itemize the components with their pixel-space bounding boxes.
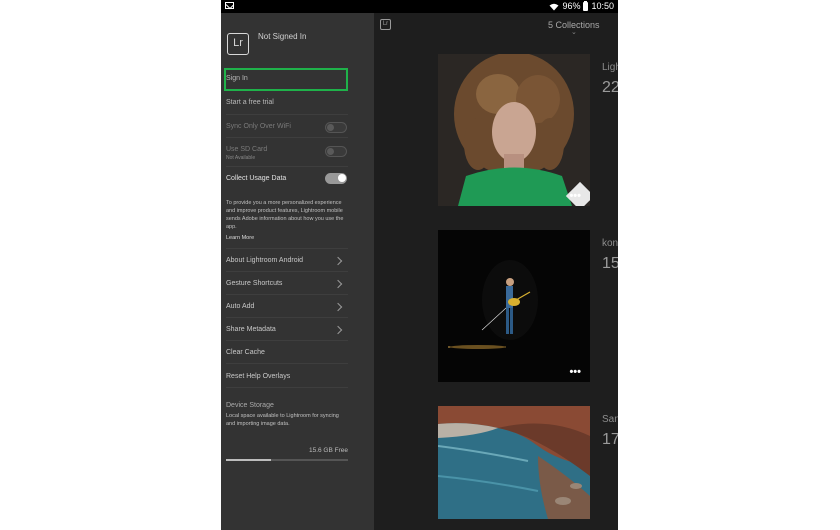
divider xyxy=(226,387,348,388)
divider xyxy=(226,363,348,364)
album-count: 17 xyxy=(602,431,618,448)
clock: 10:50 xyxy=(591,1,614,11)
divider xyxy=(226,317,348,318)
menu-item-reset-overlays[interactable]: Reset Help Overlays xyxy=(226,373,348,380)
divider xyxy=(226,166,348,167)
storage-bar-fill xyxy=(226,459,272,461)
album-name: Ligh xyxy=(602,62,618,73)
album-name: kon xyxy=(602,238,618,249)
album-thumbnail[interactable]: ••• xyxy=(438,230,590,382)
album-cover-guitarist xyxy=(438,230,590,382)
usage-data-toggle[interactable] xyxy=(325,173,347,184)
storage-description: Local space available to Lightroom for s… xyxy=(226,413,339,427)
album-more-icon[interactable]: ••• xyxy=(569,367,581,378)
mail-icon xyxy=(225,2,234,9)
wifi-icon xyxy=(549,3,559,10)
divider xyxy=(226,340,348,341)
lightroom-logo: Lr xyxy=(227,33,249,55)
menu-item-gestures[interactable]: Gesture Shortcuts xyxy=(226,280,348,287)
album-thumbnail[interactable]: ••• xyxy=(438,54,590,206)
battery-icon xyxy=(583,1,589,11)
sd-card-toggle[interactable] xyxy=(325,146,347,157)
divider xyxy=(226,248,348,249)
storage-title: Device Storage xyxy=(226,402,274,409)
learn-more-link[interactable]: Learn More xyxy=(226,235,254,241)
sync-wifi-toggle[interactable] xyxy=(325,122,347,133)
menu-item-share-metadata[interactable]: Share Metadata xyxy=(226,326,348,333)
album-more-icon[interactable]: ••• xyxy=(569,191,581,202)
album-cover-coastline xyxy=(438,406,590,519)
start-trial-button[interactable]: Start a free trial xyxy=(226,99,348,106)
album-count: 15 xyxy=(602,255,618,272)
menu-item-clear-cache[interactable]: Clear Cache xyxy=(226,349,348,356)
storage-free: 15.6 GB Free xyxy=(308,447,348,454)
lightroom-mini-logo[interactable]: Lr xyxy=(380,19,391,30)
sign-in-button[interactable]: Sign In xyxy=(226,75,348,82)
collections-view: Lr 5 Collections ⌄ ••• Ligh 22 xyxy=(374,13,618,530)
album-name: San xyxy=(602,414,618,425)
divider xyxy=(226,114,348,115)
menu-item-about[interactable]: About Lightroom Android xyxy=(226,257,348,264)
chevron-down-icon[interactable]: ⌄ xyxy=(571,28,577,36)
device-screen: 96% 10:50 Lr 5 Collections ⌄ ••• Lig 22 … xyxy=(221,0,618,530)
account-status: Not Signed In xyxy=(258,32,307,41)
album-thumbnail[interactable] xyxy=(438,406,590,519)
divider xyxy=(226,294,348,295)
storage-bar xyxy=(226,459,348,461)
album-cover-portrait xyxy=(438,54,590,206)
album-count: 22 xyxy=(602,79,618,96)
battery-percent: 96% xyxy=(562,1,581,11)
divider xyxy=(226,271,348,272)
menu-item-auto-add[interactable]: Auto Add xyxy=(226,303,348,310)
settings-drawer: Lr Not Signed In Sign In Start a free tr… xyxy=(221,13,374,530)
status-bar: 96% 10:50 xyxy=(221,0,618,13)
divider xyxy=(226,137,348,138)
privacy-notice: To provide you a more personalized exper… xyxy=(226,200,344,230)
